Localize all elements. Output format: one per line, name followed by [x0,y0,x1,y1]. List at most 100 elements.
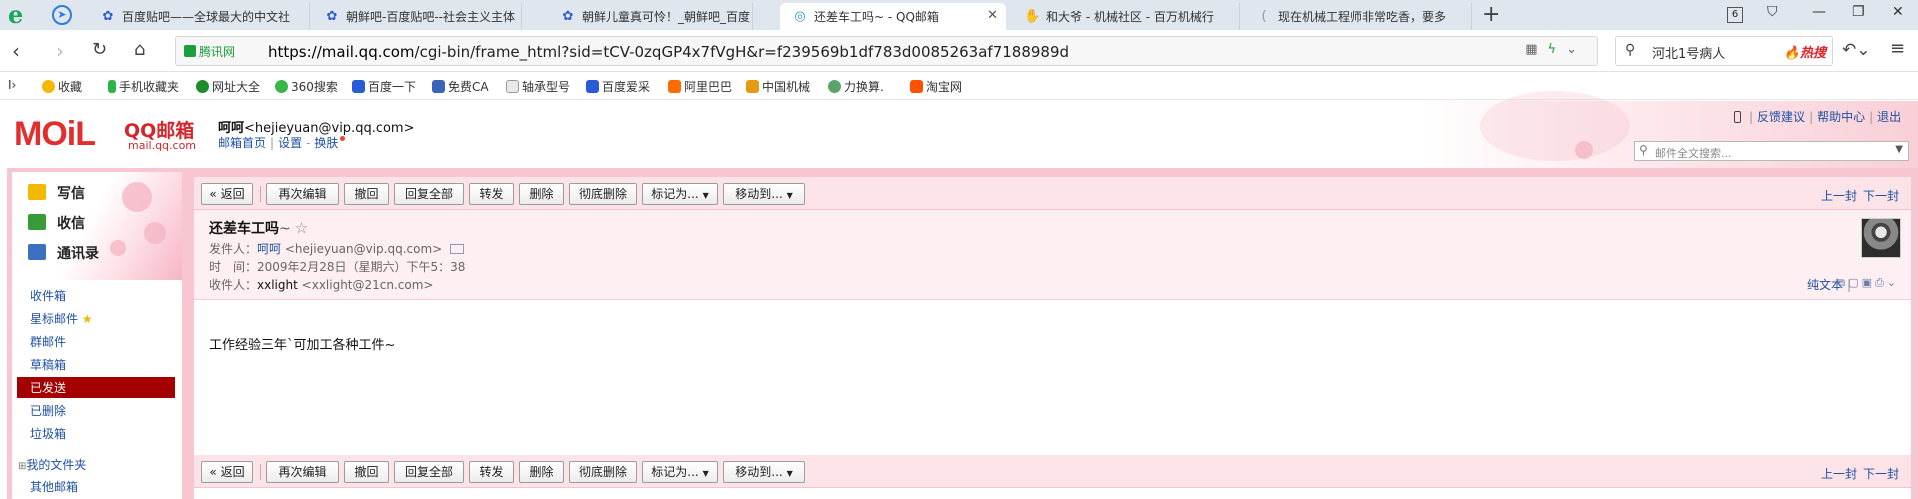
search-icon: ⚲ [1625,42,1636,58]
sidebar-item-inbox[interactable]: 收件箱 [30,287,66,304]
sender-avatar[interactable] [1861,218,1901,258]
recipient-email: <xxlight@21cn.com> [301,278,434,292]
expand-more-icon[interactable]: ⌄ [1887,276,1899,289]
sidebar-item-starred[interactable]: 星标邮件 ★ [30,310,93,327]
mark-as-dropdown[interactable]: 标记为... ▼ [642,461,718,483]
next-mail-link[interactable]: 下一封 [1863,189,1899,203]
bookmarks-bar: I› 收藏 手机收藏夹 网址大全 360搜索 百度一下 免费CA 轴承型号 百度… [0,73,1918,100]
back-button[interactable]: « 返回 [201,461,253,483]
sidebar-item-group[interactable]: 群邮件 [30,333,66,350]
move-to-dropdown[interactable]: 移动到... ▼ [723,183,805,205]
reply-all-button[interactable]: 回复全部 [394,183,464,205]
mail-logo[interactable]: MOiL [14,117,96,151]
compass-icon[interactable]: ➤ [52,5,72,25]
chevron-down-icon[interactable]: ⌄ [1566,42,1587,57]
delete-button[interactable]: 删除 [519,183,564,205]
delete-permanently-button[interactable]: 彻底删除 [569,461,637,483]
sidebar-item-spam[interactable]: 垃圾箱 [30,425,66,442]
contacts-button[interactable]: 通讯录 [28,243,99,263]
browser-tab[interactable]: ( 现在机械工程师非常吃香，要多 [1244,3,1472,30]
mobile-icon[interactable] [1734,111,1741,123]
restore-icon[interactable]: ❐ [1852,4,1865,20]
mail-home-link[interactable]: 邮箱首页 [218,136,266,150]
new-tab-button[interactable]: + [1482,2,1500,27]
recall-button[interactable]: 撤回 [344,183,389,205]
compose-button[interactable]: 写信 [28,183,85,203]
browser-logo-icon[interactable]: e [8,3,32,27]
browser-tab-active[interactable]: ◎ 还差车工吗~ - QQ邮箱 ✕ [780,3,1006,30]
site-icon [196,80,209,93]
reply-all-button[interactable]: 回复全部 [394,461,464,483]
feedback-link[interactable]: 反馈建议 [1757,110,1805,124]
close-tab-icon[interactable]: ✕ [987,8,998,23]
print-preview-icon[interactable]: ▢ [1848,276,1861,289]
bookmark-item[interactable]: 百度爱采 [586,78,650,95]
bookmark-item[interactable]: 360搜索 [275,78,338,95]
security-badge[interactable]: 腾讯网 [184,43,235,60]
sidebar-item-sent[interactable]: 已发送 [30,379,66,396]
url-field[interactable]: 腾讯网 https://mail.qq.com/cgi-bin/frame_ht… [175,36,1598,66]
qr-code-icon[interactable]: ▦ [1525,42,1547,57]
bookmark-item[interactable]: 淘宝网 [910,78,962,95]
edit-again-button[interactable]: 再次编辑 [266,183,339,205]
back-arrow-icon[interactable]: ‹ [12,39,20,63]
sidebar-other-mailboxes[interactable]: 其他邮箱 [30,478,78,495]
shirt-icon[interactable]: ⛉ [1767,4,1778,20]
bookmark-item[interactable]: 免费CA [432,78,489,95]
bookmark-item[interactable]: 力换算. [828,78,884,95]
mail-search-input[interactable]: ⚲ 邮件全文搜索... ▼ [1634,141,1909,161]
sender-name[interactable]: 呵呵 [257,242,281,256]
prev-mail-link[interactable]: 上一封 [1821,467,1857,481]
bookmark-item[interactable]: 收藏 [42,78,82,95]
skin-link[interactable]: 换肤 [314,136,338,150]
delete-permanently-button[interactable]: 彻底删除 [569,183,637,205]
bookmark-item[interactable]: 百度一下 [352,78,416,95]
bookmark-item[interactable]: 阿里巴巴 [668,78,732,95]
reload-icon[interactable]: ↻ [92,39,107,60]
sidebar-item-drafts[interactable]: 草稿箱 [30,356,66,373]
browser-tab[interactable]: ✿ 朝鲜儿童真可怜！_朝鲜吧_百度 [548,3,753,30]
sidebar-my-folders[interactable]: ⊞我的文件夹 [18,456,86,473]
forward-button[interactable]: 转发 [469,461,514,483]
browser-tab[interactable]: ✿ 朝鲜吧-百度贴吧--社会主义主体 [312,3,522,30]
forward-arrow-icon[interactable]: › [56,39,64,63]
browser-tab[interactable]: ✋ 和大爷 - 机械社区 - 百万机械行 [1012,3,1240,30]
delete-button[interactable]: 删除 [519,461,564,483]
print-icon[interactable]: ⎙ [1875,276,1887,289]
save-icon[interactable]: ▣ [1862,276,1875,289]
mark-as-dropdown[interactable]: 标记为... ▼ [642,183,718,205]
move-to-dropdown[interactable]: 移动到... ▼ [723,461,805,483]
lightning-icon[interactable]: ϟ [1548,42,1567,57]
receive-button[interactable]: 收信 [28,213,85,233]
bookmark-item[interactable]: 中国机械 [746,78,810,95]
browser-tab[interactable]: ✿ 百度贴吧——全球最大的中文社 [88,3,310,30]
bookmark-item[interactable]: 轴承型号 [506,78,570,95]
next-mail-link[interactable]: 下一封 [1863,467,1899,481]
sidebar-toggle-icon[interactable]: I› [8,78,16,92]
forward-button[interactable]: 转发 [469,183,514,205]
edit-again-button[interactable]: 再次编辑 [266,461,339,483]
help-link[interactable]: 帮助中心 [1817,110,1865,124]
logout-link[interactable]: 退出 [1877,110,1901,124]
new-window-icon[interactable]: ⧉ [1837,276,1848,289]
hamburger-menu-icon[interactable]: ≡ [1890,38,1905,59]
close-window-icon[interactable]: ✕ [1892,4,1904,20]
bookmark-item[interactable]: 网址大全 [196,78,260,95]
recall-button[interactable]: 撤回 [344,461,389,483]
recipient-name[interactable]: xxlight [257,278,298,292]
back-button[interactable]: « 返回 [201,183,253,205]
undo-icon[interactable]: ↶⌄ [1842,40,1871,60]
minimize-icon[interactable]: — [1812,4,1826,20]
hot-search-badge[interactable]: 🔥热搜 [1784,42,1826,61]
chevron-down-icon[interactable]: ▼ [1895,144,1903,155]
prev-mail-link[interactable]: 上一封 [1821,189,1857,203]
browser-search-field[interactable]: ⚲ 河北1号病人 🔥热搜 [1615,36,1833,66]
star-icon [42,80,55,93]
tab-count-badge[interactable]: 6 [1727,7,1743,23]
star-outline-icon[interactable]: ☆ [295,219,308,237]
sidebar-item-deleted[interactable]: 已删除 [30,402,66,419]
bookmark-item[interactable]: 手机收藏夹 [108,78,179,95]
contact-card-icon[interactable] [450,244,465,254]
home-icon[interactable]: ⌂ [134,39,145,60]
settings-link[interactable]: 设置 [278,136,302,150]
